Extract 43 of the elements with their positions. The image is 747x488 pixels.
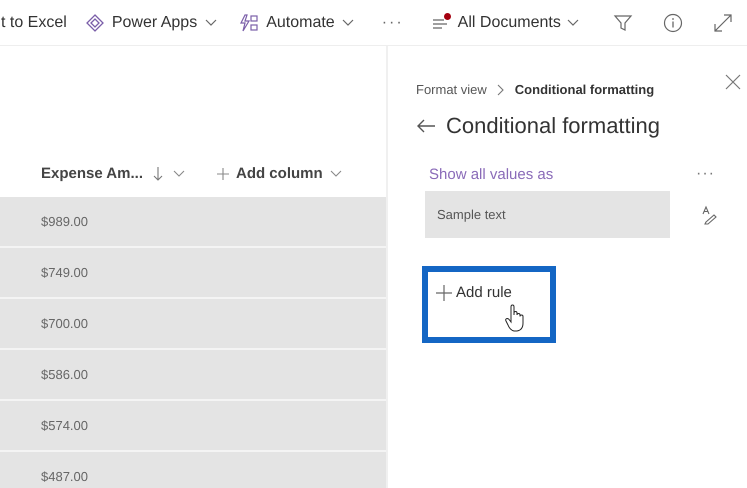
breadcrumb-item: Conditional formatting — [514, 82, 654, 97]
expand-icon[interactable] — [712, 12, 733, 32]
filter-icon[interactable] — [612, 12, 633, 32]
add-column-button[interactable]: Add column — [216, 165, 342, 182]
chevron-down-icon — [330, 170, 342, 178]
list-row[interactable]: $574.00 — [0, 401, 386, 452]
back-arrow-icon[interactable] — [416, 118, 436, 134]
hand-cursor-icon — [504, 304, 526, 332]
flow-icon — [239, 14, 260, 32]
section-label[interactable]: Show all values as — [429, 166, 554, 182]
list-row[interactable]: $749.00 — [0, 248, 386, 299]
diamond-icon — [86, 14, 104, 32]
amount-cell: $700.00 — [41, 316, 88, 331]
amount-cell: $989.00 — [41, 214, 88, 229]
chevron-down-icon[interactable] — [172, 170, 185, 178]
chevron-down-icon — [342, 18, 354, 26]
list-row[interactable]: $700.00 — [0, 299, 386, 350]
list-row[interactable]: $487.00 — [0, 452, 386, 488]
view-menu[interactable]: All Documents — [432, 14, 579, 32]
breadcrumb-item[interactable]: Format view — [416, 82, 487, 97]
amount-cell: $574.00 — [41, 418, 88, 433]
chevron-down-icon — [566, 18, 579, 26]
chevron-right-icon — [496, 84, 505, 96]
power-apps-menu[interactable]: Power Apps — [86, 14, 218, 32]
panel-title: Conditional formatting — [446, 113, 660, 139]
info-icon[interactable] — [662, 12, 683, 32]
list-row[interactable]: $989.00 — [0, 197, 386, 248]
close-icon[interactable] — [725, 74, 741, 90]
amount-cell: $487.00 — [41, 469, 88, 484]
format-style-icon[interactable] — [700, 204, 718, 224]
automate-menu[interactable]: Automate — [239, 14, 354, 32]
add-rule-button[interactable]: Add rule — [436, 284, 512, 301]
column-header[interactable]: Expense Am... — [41, 165, 143, 182]
sample-text: Sample text — [437, 207, 506, 222]
chevron-down-icon — [205, 18, 218, 26]
list-row[interactable]: $586.00 — [0, 350, 386, 401]
amount-cell: $586.00 — [41, 367, 88, 382]
export-to-excel-button[interactable]: t to Excel — [1, 14, 67, 32]
amount-cell: $749.00 — [41, 265, 88, 280]
plus-icon — [216, 168, 229, 180]
more-button[interactable]: ··· — [382, 14, 404, 32]
plus-icon — [436, 284, 452, 300]
more-options-button[interactable]: ··· — [696, 165, 715, 183]
